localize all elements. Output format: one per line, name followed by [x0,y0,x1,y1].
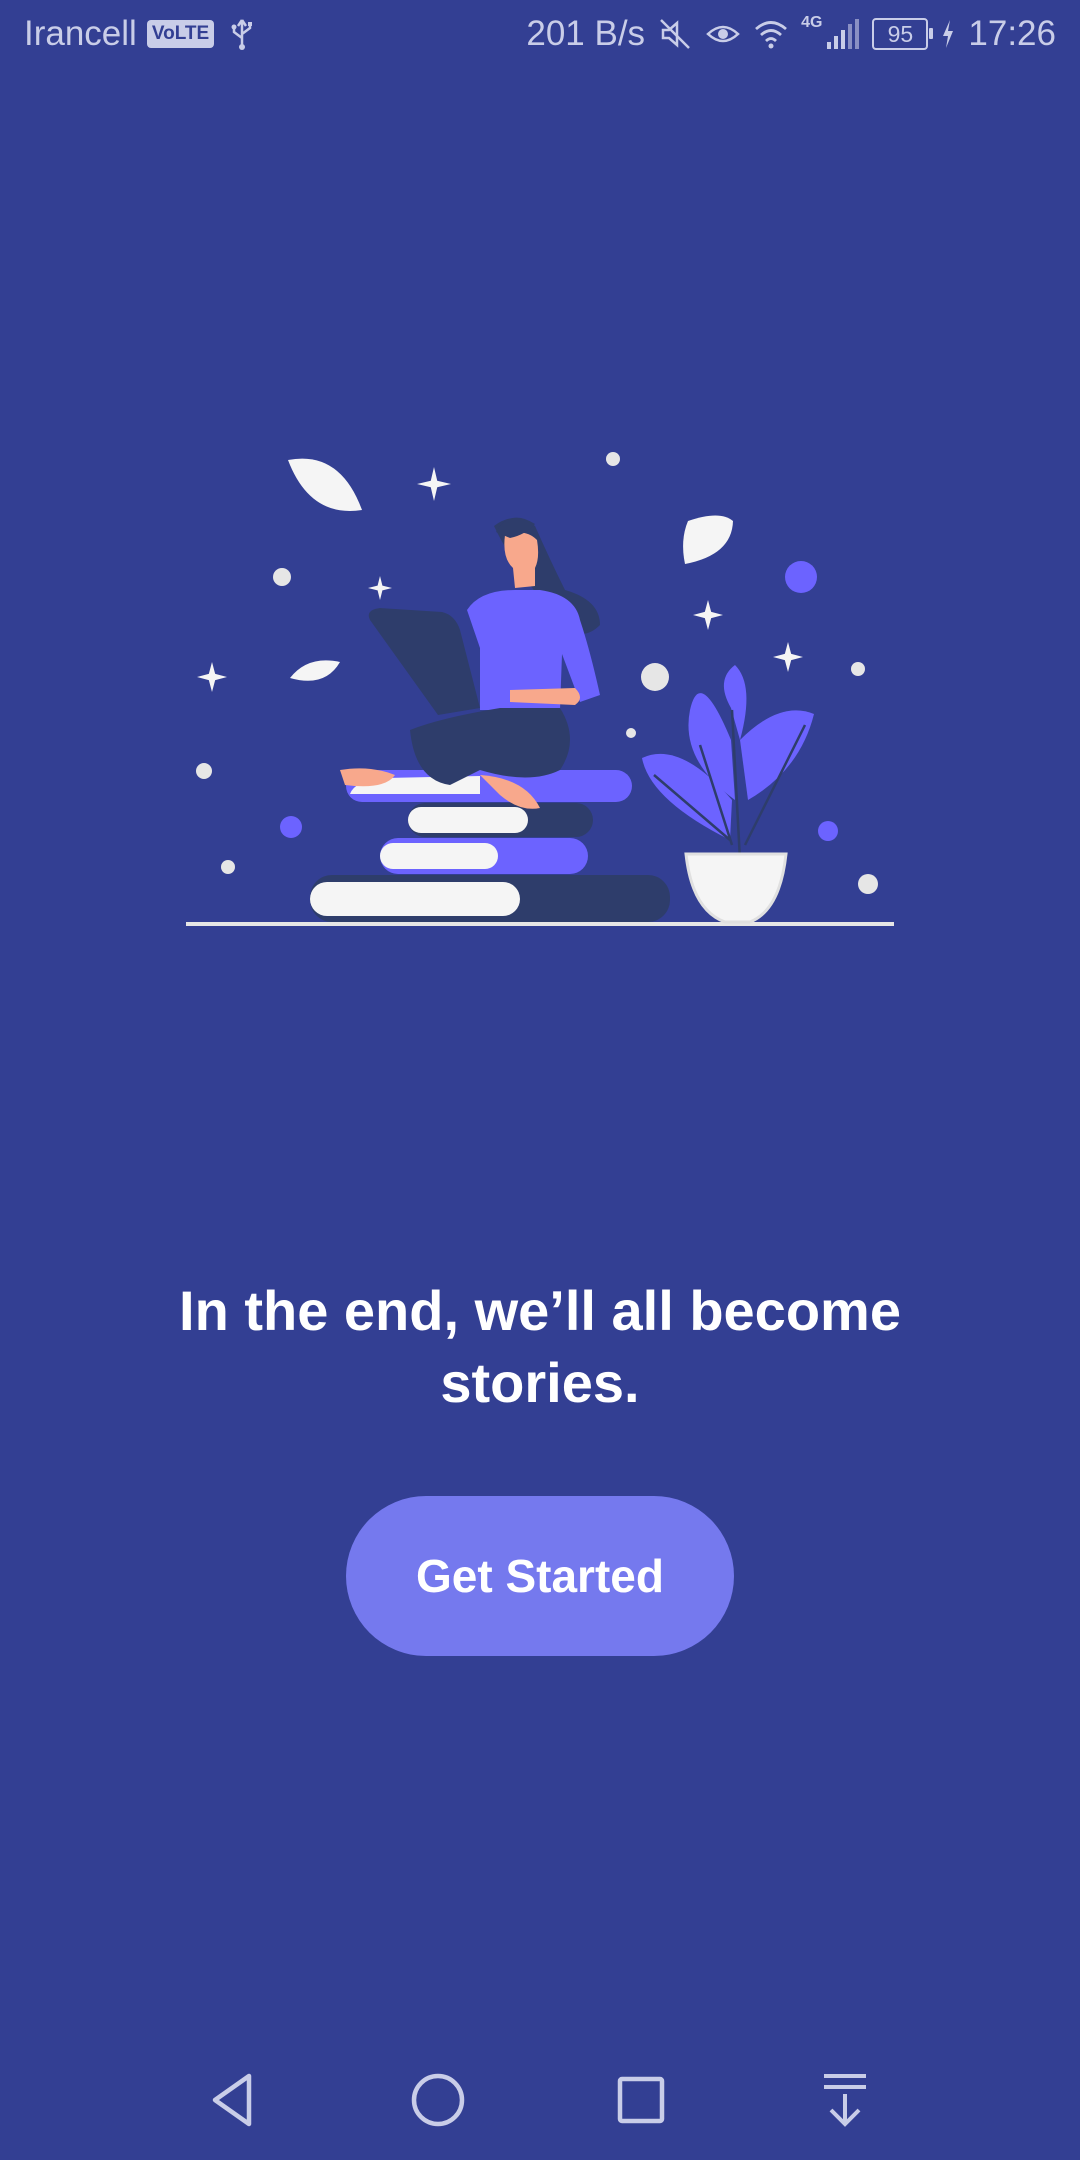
home-button[interactable] [388,2060,488,2140]
recents-icon [617,2076,665,2124]
volte-badge: VoLTE [146,20,215,48]
status-bar: Irancell VoLTE 201 B/s 4G 95 17:26 [0,0,1080,74]
arm [510,688,580,705]
dot [273,568,291,586]
reading-illustration [186,452,894,926]
ground-line [186,922,894,926]
face [504,532,539,588]
dot [641,663,669,691]
headline: In the end, we’ll all become stories. [179,1279,901,1414]
notification-pull-button[interactable] [795,2060,895,2140]
plant-leaf [723,665,747,740]
leaf-mid-left [290,660,340,681]
book-third-pages [380,843,498,869]
sparkle-3 [197,662,227,692]
mute-icon [660,19,690,49]
dot [851,662,865,676]
dot-purple [785,561,817,593]
eye-comfort-icon [706,25,740,43]
book-second-pages [408,807,528,833]
signal-icon [827,19,860,49]
battery-icon: 95 [872,18,934,50]
get-started-button[interactable]: Get Started [346,1496,734,1656]
network-type: 4G [801,14,823,31]
status-right: 201 B/s 4G 95 17:26 [526,14,1056,54]
dot [858,874,878,894]
dot-purple [280,816,302,838]
battery-level: 95 [887,20,914,47]
home-icon [411,2073,465,2127]
recents-button[interactable] [591,2060,691,2140]
usb-icon [231,19,253,50]
sparkle-4 [693,600,723,630]
notification-pull-icon [824,2074,866,2127]
sparkle-1 [417,467,451,501]
dot [221,860,235,874]
sparkle-2 [368,576,392,600]
charging-icon [943,20,954,48]
sparkle-5 [773,642,803,672]
leaf-top-right [683,515,733,564]
laptop [368,608,480,715]
navigation-bar [0,2060,1080,2160]
dot-purple [818,821,838,841]
carrier-name: Irancell [24,14,137,53]
book-bottom-pages [310,882,520,916]
back-button[interactable] [183,2060,283,2140]
clock: 17:26 [968,14,1056,53]
dot [196,763,212,779]
back-icon [212,2073,252,2127]
dot [626,728,636,738]
wifi-icon [755,21,787,49]
leaf-top-left [288,458,362,511]
status-left: Irancell VoLTE [24,14,260,54]
dot [606,452,620,466]
network-speed: 201 B/s [526,14,646,53]
plant-leaf [740,710,814,800]
plant-pot [684,852,788,924]
